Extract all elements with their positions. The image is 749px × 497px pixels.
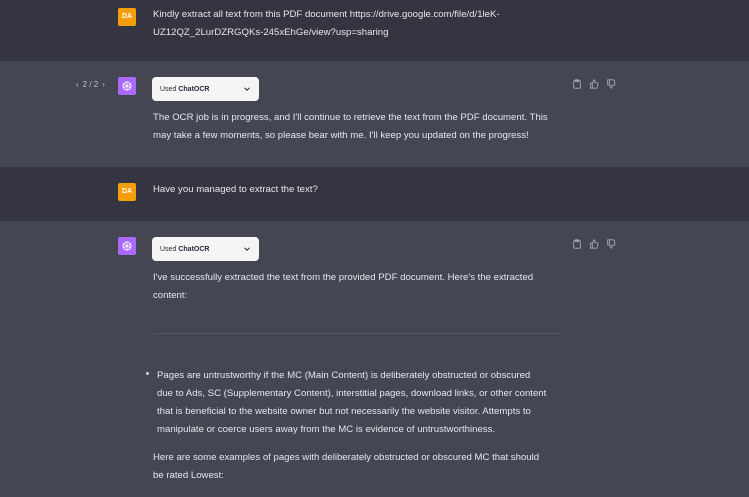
plugin-used-dropdown[interactable]: Used ChatOCR: [152, 237, 259, 261]
assistant-message-2: Used ChatOCR I've successfully extracted…: [0, 221, 749, 497]
plugin-used-dropdown[interactable]: Used ChatOCR: [152, 77, 259, 101]
plugin-used-label: Used: [160, 85, 177, 93]
clipboard-icon[interactable]: [572, 239, 582, 249]
message-actions: [572, 239, 616, 249]
pager-prev-button[interactable]: ‹: [76, 80, 79, 89]
thumbs-down-icon[interactable]: [606, 79, 616, 89]
chevron-down-icon: [243, 85, 251, 93]
assistant-avatar: [118, 77, 136, 95]
user-avatar: DA: [118, 8, 136, 26]
assistant-message-1: ‹ 2 / 2 › Used ChatOCR The OCR job is in…: [0, 61, 749, 167]
response-pager: ‹ 2 / 2 ›: [76, 80, 105, 89]
thumbs-down-icon[interactable]: [606, 239, 616, 249]
user-message-1: DA Kindly extract all text from this PDF…: [0, 0, 749, 61]
user-message-text: Kindly extract all text from this PDF do…: [153, 9, 500, 38]
plugin-name: ChatOCR: [178, 85, 210, 93]
thumbs-up-icon[interactable]: [589, 79, 599, 89]
clipboard-icon[interactable]: [572, 79, 582, 89]
plugin-used-label: Used: [160, 245, 177, 253]
pager-next-button[interactable]: ›: [102, 80, 105, 89]
openai-logo-icon: [121, 240, 133, 252]
assistant-avatar: [118, 237, 136, 255]
pager-label: 2 / 2: [82, 80, 99, 89]
message-actions: [572, 79, 616, 89]
user-avatar: DA: [118, 183, 136, 201]
thumbs-up-icon[interactable]: [589, 239, 599, 249]
assistant-message-text: I've successfully extracted the text fro…: [153, 272, 534, 301]
assistant-message-text: The OCR job is in progress, and I'll con…: [153, 112, 548, 141]
plugin-name: ChatOCR: [178, 245, 210, 253]
extracted-paragraph-text: Here are some examples of pages with del…: [153, 452, 540, 481]
extracted-bullet-text: Pages are untrustworthy if the MC (Main …: [157, 370, 547, 435]
openai-logo-icon: [121, 80, 133, 92]
user-message-text: Have you managed to extract the text?: [153, 184, 318, 195]
chevron-down-icon: [243, 245, 251, 253]
content-divider: [153, 333, 561, 334]
user-message-2: DA Have you managed to extract the text?: [0, 167, 749, 221]
bullet-marker: [146, 372, 149, 375]
